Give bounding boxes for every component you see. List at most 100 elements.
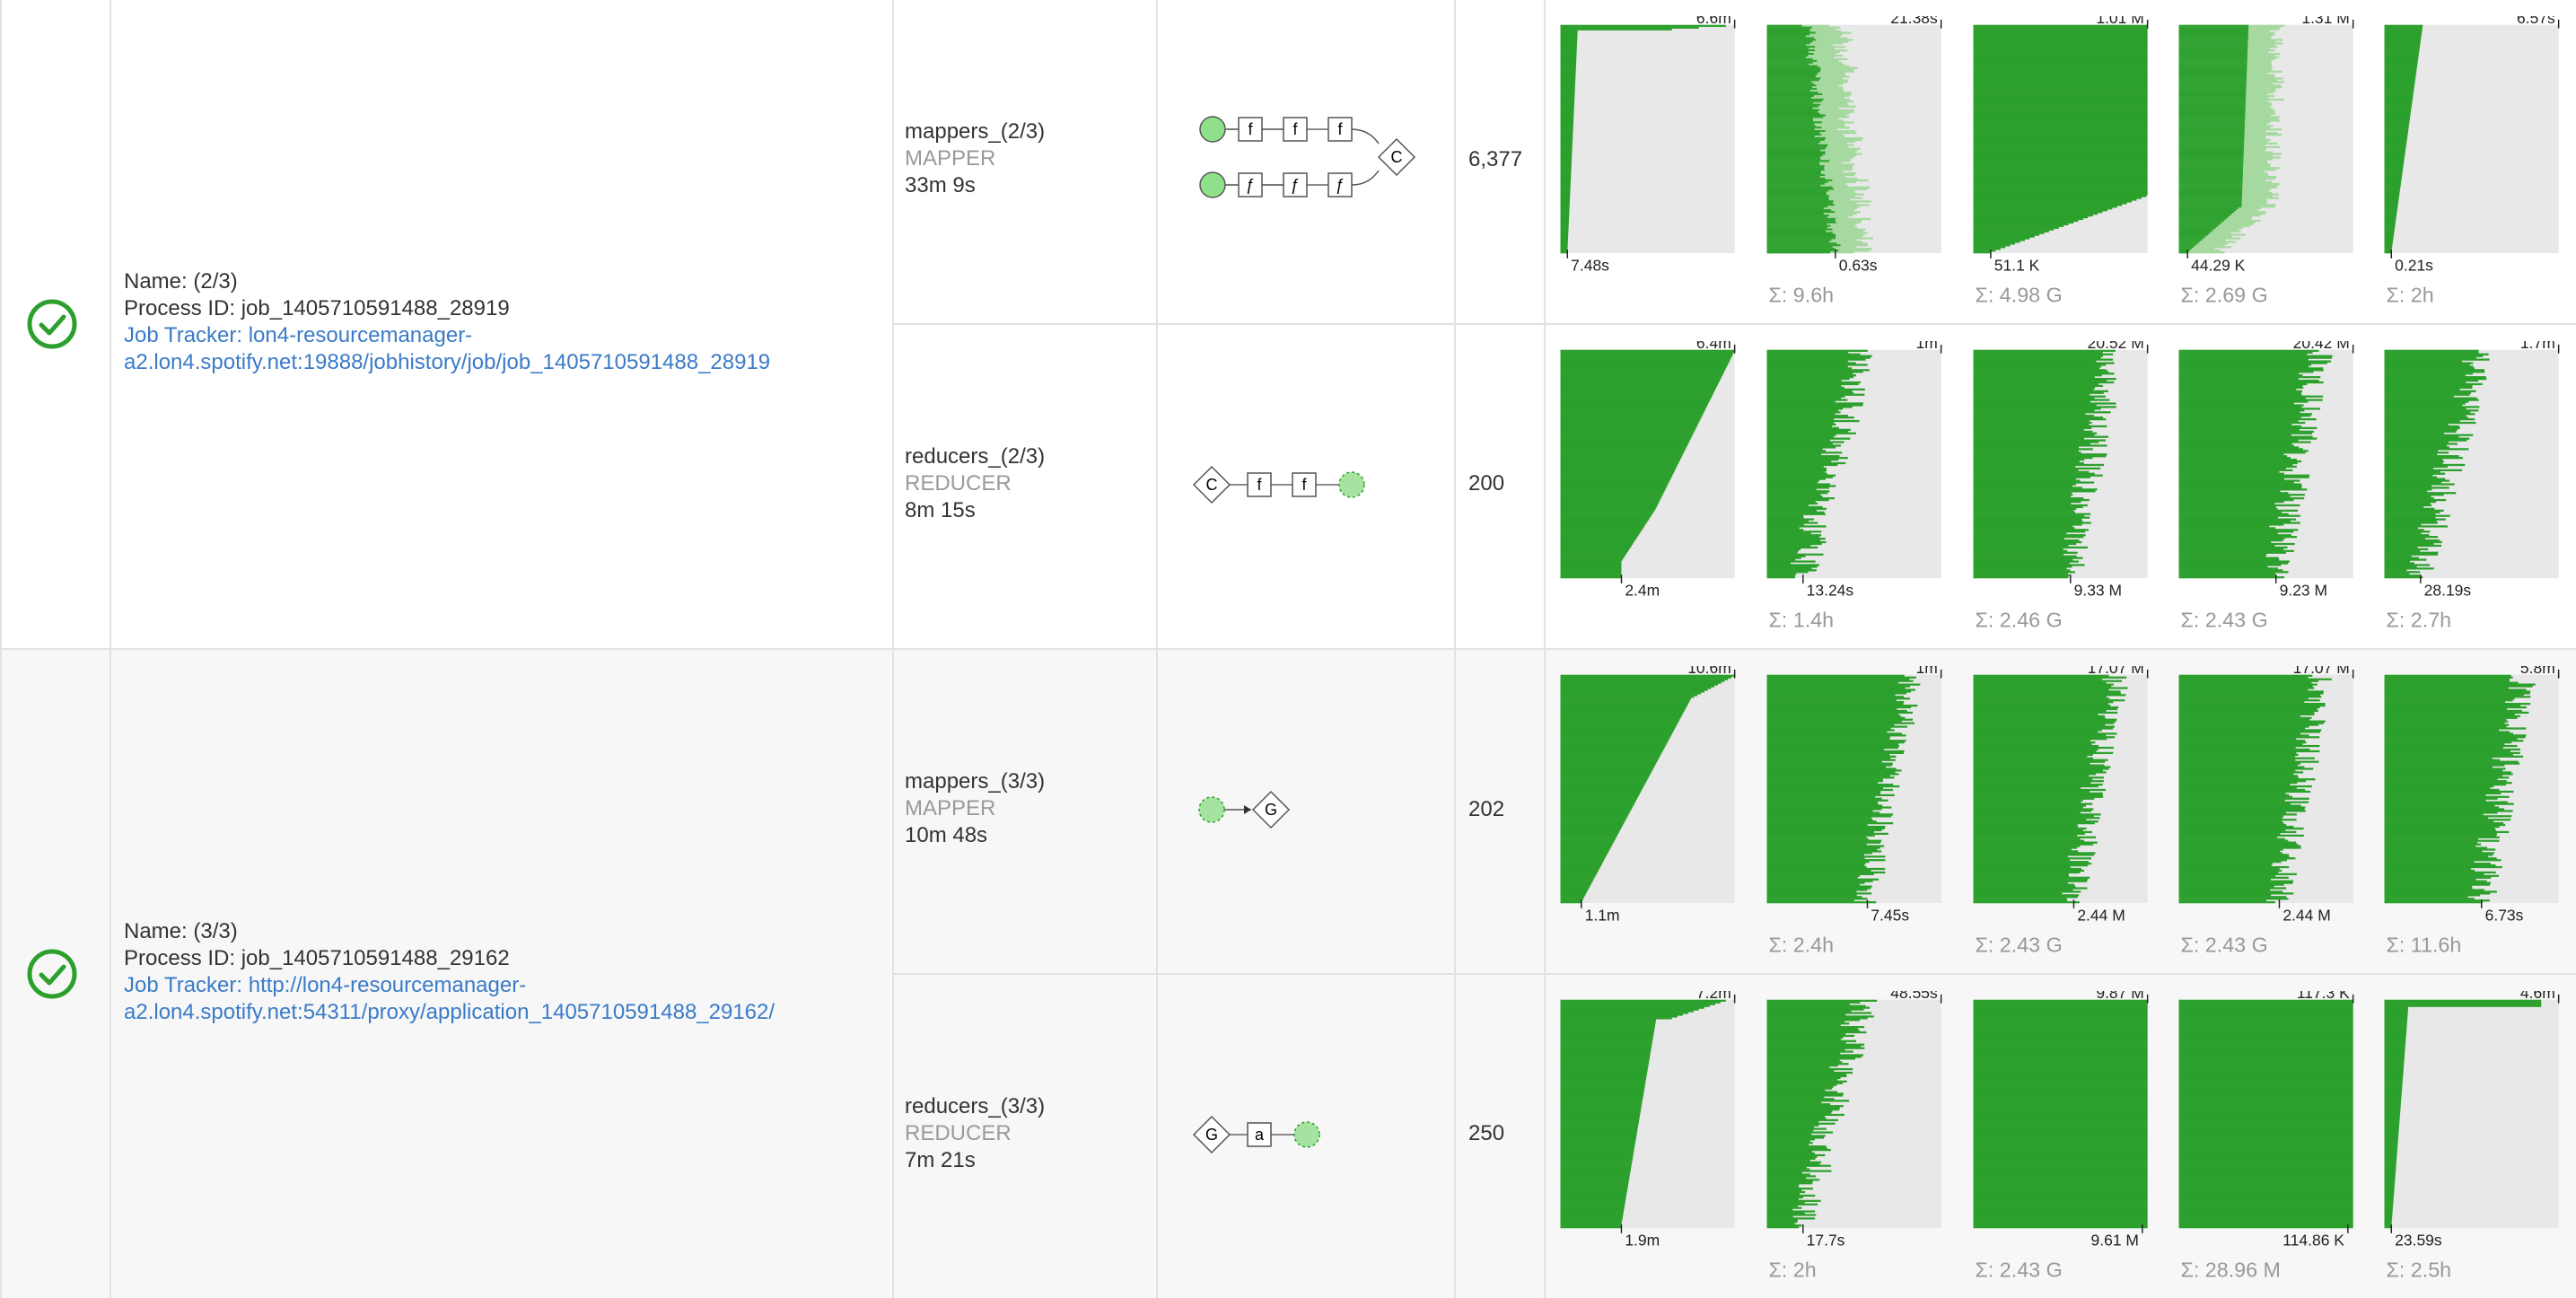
chart-bar [2178, 1052, 2353, 1055]
chart-bar [2384, 144, 2406, 146]
chart-bar [2178, 59, 2247, 63]
chart-bar [1766, 1145, 1827, 1148]
chart-bar [1766, 483, 1830, 486]
chart-bar [2178, 1087, 2353, 1090]
chart-bar [1766, 750, 1905, 753]
chart-bar [1560, 711, 1684, 715]
chart-bar [1973, 70, 2148, 73]
chart-bar [2178, 68, 2247, 71]
chart-bar [2178, 1036, 2353, 1039]
chart-bar [2178, 571, 2289, 574]
chart-bar [2178, 379, 2319, 382]
chart-bar [1766, 426, 1839, 430]
chart-bar [2178, 1045, 2353, 1048]
chart-bar [1973, 567, 2067, 570]
chart-bar [2178, 397, 2306, 399]
chart-bar [1560, 1071, 1648, 1074]
chart-bar [1973, 441, 2099, 443]
chart-bar [1560, 400, 1710, 403]
chart-bar [1560, 248, 1568, 250]
chart-bar [1973, 885, 2076, 888]
chart-bar [2384, 755, 2524, 758]
chart-bar [2384, 505, 2424, 509]
job-tracker-link[interactable]: Job Tracker: http://lon4-resourcemanager… [124, 972, 860, 1026]
chart-bar [1973, 792, 2103, 795]
chart-bar [2384, 901, 2483, 904]
chart-bar [1766, 871, 1886, 874]
chart-bar [1973, 1224, 2148, 1227]
chart-bar [2384, 1201, 2394, 1204]
chart-bar [1560, 1063, 1649, 1066]
chart-bar [1766, 1082, 1843, 1084]
job-tracker-link[interactable]: Job Tracker: lon4-resourcemanager-a2.lon… [124, 322, 860, 376]
chart-bar [2384, 785, 2494, 788]
step-name: reducers_(2/3) [905, 444, 1046, 469]
chart-bar [1973, 444, 2107, 447]
chart-bar [2178, 1214, 2353, 1216]
chart-bar [1973, 379, 2107, 382]
chart-bar [2178, 1109, 2353, 1113]
chart-bar [1973, 1105, 2148, 1108]
step-type: MAPPER [905, 146, 996, 171]
chart-bar [1766, 718, 1914, 721]
chart-bar [2384, 409, 2479, 412]
chart-bar [1766, 399, 1848, 401]
chart-bar [2178, 98, 2247, 101]
chart-bar [1766, 1006, 1871, 1009]
chart-bar [1766, 116, 1824, 118]
chart-bar [2384, 1047, 2405, 1049]
chart-bar [2178, 1096, 2353, 1099]
chart-bar [1973, 430, 2093, 433]
check-circle-icon [27, 299, 77, 349]
chart-bar [1973, 1089, 2148, 1092]
chart-bar [1766, 415, 1849, 417]
chart-bar [1973, 848, 2072, 851]
chart-bar [2178, 706, 2320, 709]
chart-bar [2178, 101, 2246, 105]
chart-bar [2178, 1085, 2353, 1088]
chart-bar [1560, 53, 1577, 56]
chart-bar [2178, 406, 2302, 408]
chart-bar [1766, 560, 1816, 563]
chart-bar [2178, 362, 2327, 364]
chart-bar [1560, 381, 1720, 384]
chart-bar [2178, 105, 2246, 108]
chart-bar [1560, 1041, 1652, 1044]
chart-bar [1560, 1226, 1622, 1229]
chart-bar [1766, 125, 1816, 127]
task-count: 202 [1468, 797, 1505, 821]
chart-bar [2178, 1017, 2353, 1020]
chart-bar [1766, 794, 1895, 796]
chart-bar [1560, 478, 1671, 480]
chart-bar [2384, 576, 2423, 579]
chart-bar [2178, 423, 2292, 426]
chart-bar [2178, 1073, 2353, 1076]
chart-bar [2178, 1171, 2353, 1174]
chart-bar [1766, 1184, 1800, 1187]
chart-bar [1973, 246, 2006, 249]
chart-bar [1973, 562, 2070, 565]
chart-bar [1560, 490, 1665, 493]
chart-bar [2384, 68, 2417, 71]
chart-bar [1973, 426, 2092, 430]
chart-bar [2178, 522, 2300, 524]
chart-bar [1560, 1092, 1644, 1095]
chart-bar [2178, 1107, 2353, 1109]
chart-bar [2384, 551, 2439, 554]
chart-bar [2178, 810, 2306, 812]
chart-bar [2178, 820, 2282, 823]
chart-bar [2178, 1117, 2353, 1120]
chart-bar [2178, 502, 2275, 505]
chart-bar [2384, 384, 2473, 388]
chart-bar [1973, 96, 2148, 100]
chart-bar [1560, 142, 1573, 145]
chart-bar [1560, 527, 1643, 530]
chart-bar [2178, 732, 2301, 735]
chart-bar [2384, 889, 2484, 891]
chart-bar [1973, 235, 2035, 238]
chart-bar [1766, 1162, 1820, 1165]
min-label: 2.44 M [2077, 906, 2125, 924]
chart-bar [1973, 883, 2075, 886]
chart-bar [1766, 402, 1863, 405]
chart-bar [1973, 100, 2148, 103]
